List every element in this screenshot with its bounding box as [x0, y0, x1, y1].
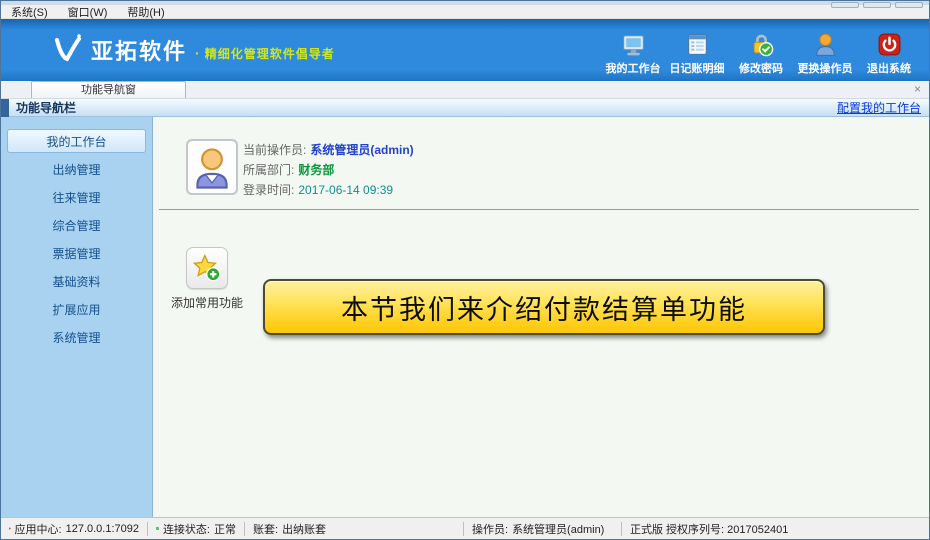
window-titlebar: [1, 1, 929, 5]
brand-separator: ·: [195, 45, 200, 61]
power-icon: [876, 31, 903, 58]
menu-help[interactable]: 帮助(H): [117, 4, 174, 20]
sidebar-item-extended-apps[interactable]: 扩展应用: [7, 297, 146, 321]
login-time-value: 2017-06-14 09:39: [298, 183, 393, 197]
status-connection: 连接状态: 正常: [148, 518, 244, 539]
lock-check-icon: [748, 31, 775, 58]
status-app-center: 应用中心: 127.0.0.1:7092: [1, 518, 147, 539]
toolbar-change-operator[interactable]: 更换操作员: [793, 31, 857, 76]
sidebar-nav: 我的工作台 出纳管理 往来管理 综合管理 票据管理 基础资料 扩展应用 系统管理: [1, 117, 153, 517]
app-center-label: 应用中心:: [15, 521, 62, 537]
sidebar-item-bill-mgmt[interactable]: 票据管理: [7, 241, 146, 265]
monitor-icon: [620, 31, 647, 58]
app-window: 系统(S) 窗口(W) 帮助(H) 亚拓软件 · 精细化管理软件倡导者 我的工作: [0, 0, 930, 540]
login-time-label: 登录时间:: [243, 183, 294, 197]
sidebar-item-system-mgmt[interactable]: 系统管理: [7, 325, 146, 349]
license-text: 正式版 授权序列号: 2017052401: [630, 521, 788, 537]
status-operator: 操作员: 系统管理员(admin): [464, 518, 621, 539]
toolbar-label: 修改密码: [739, 60, 783, 76]
avatar-person-icon: [190, 143, 234, 191]
connection-ok-icon: [156, 522, 159, 535]
department-label: 所属部门:: [243, 163, 294, 177]
connection-label: 连接状态:: [163, 521, 210, 537]
brand-logo-icon: [53, 33, 83, 67]
login-time-line: 登录时间: 2017-06-14 09:39: [243, 180, 414, 200]
department-line: 所属部门: 财务部: [243, 160, 414, 180]
close-button[interactable]: [895, 2, 923, 8]
menu-window[interactable]: 窗口(W): [58, 4, 118, 20]
app-center-icon: [9, 522, 11, 535]
status-bar: 应用中心: 127.0.0.1:7092 连接状态: 正常 账套: 出纳账套 操…: [1, 517, 929, 539]
toolbar-label: 我的工作台: [606, 60, 661, 76]
status-account-set: 账套: 出纳账套: [245, 518, 463, 539]
content-divider: [159, 209, 919, 210]
add-favorite-label: 添加常用功能: [165, 294, 249, 311]
operator-info-block: 当前操作员: 系统管理员(admin) 所属部门: 财务部 登录时间: 2017-06…: [243, 140, 414, 200]
status-operator-label: 操作员:: [472, 521, 508, 537]
star-plus-icon: [193, 254, 221, 282]
main-content: 当前操作员: 系统管理员(admin) 所属部门: 财务部 登录时间: 2017-06…: [153, 117, 929, 517]
tab-strip: 功能导航窗 ×: [1, 81, 929, 99]
operator-value: 系统管理员(admin): [310, 143, 413, 157]
tab-function-navigation[interactable]: 功能导航窗: [31, 81, 186, 98]
nav-title: 功能导航栏: [16, 99, 76, 116]
menu-system[interactable]: 系统(S): [1, 4, 58, 20]
nav-accent-block: [1, 99, 9, 117]
sidebar-item-comprehensive-mgmt[interactable]: 综合管理: [7, 213, 146, 237]
app-center-value: 127.0.0.1:7092: [66, 523, 139, 535]
toolbar-label: 日记账明细: [670, 60, 725, 76]
configure-workspace-link[interactable]: 配置我的工作台: [837, 99, 921, 116]
brand-name: 亚拓软件: [91, 34, 187, 66]
operator-label: 当前操作员:: [243, 143, 306, 157]
connection-value: 正常: [214, 521, 236, 537]
brand-block: 亚拓软件 · 精细化管理软件倡导者: [53, 33, 335, 67]
account-value: 出纳账套: [282, 521, 326, 537]
menu-bar: 系统(S) 窗口(W) 帮助(H): [1, 5, 929, 19]
add-favorite-button[interactable]: [186, 247, 228, 289]
status-operator-value: 系统管理员(admin): [512, 521, 604, 537]
tab-close-icon[interactable]: ×: [914, 82, 921, 96]
lesson-banner: 本节我们来介绍付款结算单功能: [263, 279, 825, 335]
sidebar-item-contacts-mgmt[interactable]: 往来管理: [7, 185, 146, 209]
sidebar-item-my-workspace[interactable]: 我的工作台: [7, 129, 146, 153]
journal-icon: [684, 31, 711, 58]
header-toolbar: 我的工作台 日记账明细 修改密码: [601, 31, 921, 76]
toolbar-exit-system[interactable]: 退出系统: [857, 31, 921, 76]
content-layout: 我的工作台 出纳管理 往来管理 综合管理 票据管理 基础资料 扩展应用 系统管理…: [1, 117, 929, 517]
toolbar-journal-detail[interactable]: 日记账明细: [665, 31, 729, 76]
toolbar-label: 退出系统: [867, 60, 911, 76]
maximize-button[interactable]: [863, 2, 891, 8]
account-label: 账套:: [253, 521, 278, 537]
sidebar-item-cashier-mgmt[interactable]: 出纳管理: [7, 157, 146, 181]
operator-line: 当前操作员: 系统管理员(admin): [243, 140, 414, 160]
app-header: 亚拓软件 · 精细化管理软件倡导者 我的工作台: [1, 19, 929, 81]
brand-slogan: 精细化管理软件倡导者: [205, 45, 335, 62]
toolbar-my-workspace[interactable]: 我的工作台: [601, 31, 665, 76]
navigation-title-bar: 功能导航栏 配置我的工作台: [1, 99, 929, 117]
sidebar-item-basic-data[interactable]: 基础资料: [7, 269, 146, 293]
department-value: 财务部: [298, 163, 334, 177]
operator-avatar: [186, 139, 238, 195]
operator-icon: [812, 31, 839, 58]
toolbar-label: 更换操作员: [798, 60, 853, 76]
toolbar-change-password[interactable]: 修改密码: [729, 31, 793, 76]
status-license: 正式版 授权序列号: 2017052401: [622, 518, 796, 539]
minimize-button[interactable]: [831, 2, 859, 8]
